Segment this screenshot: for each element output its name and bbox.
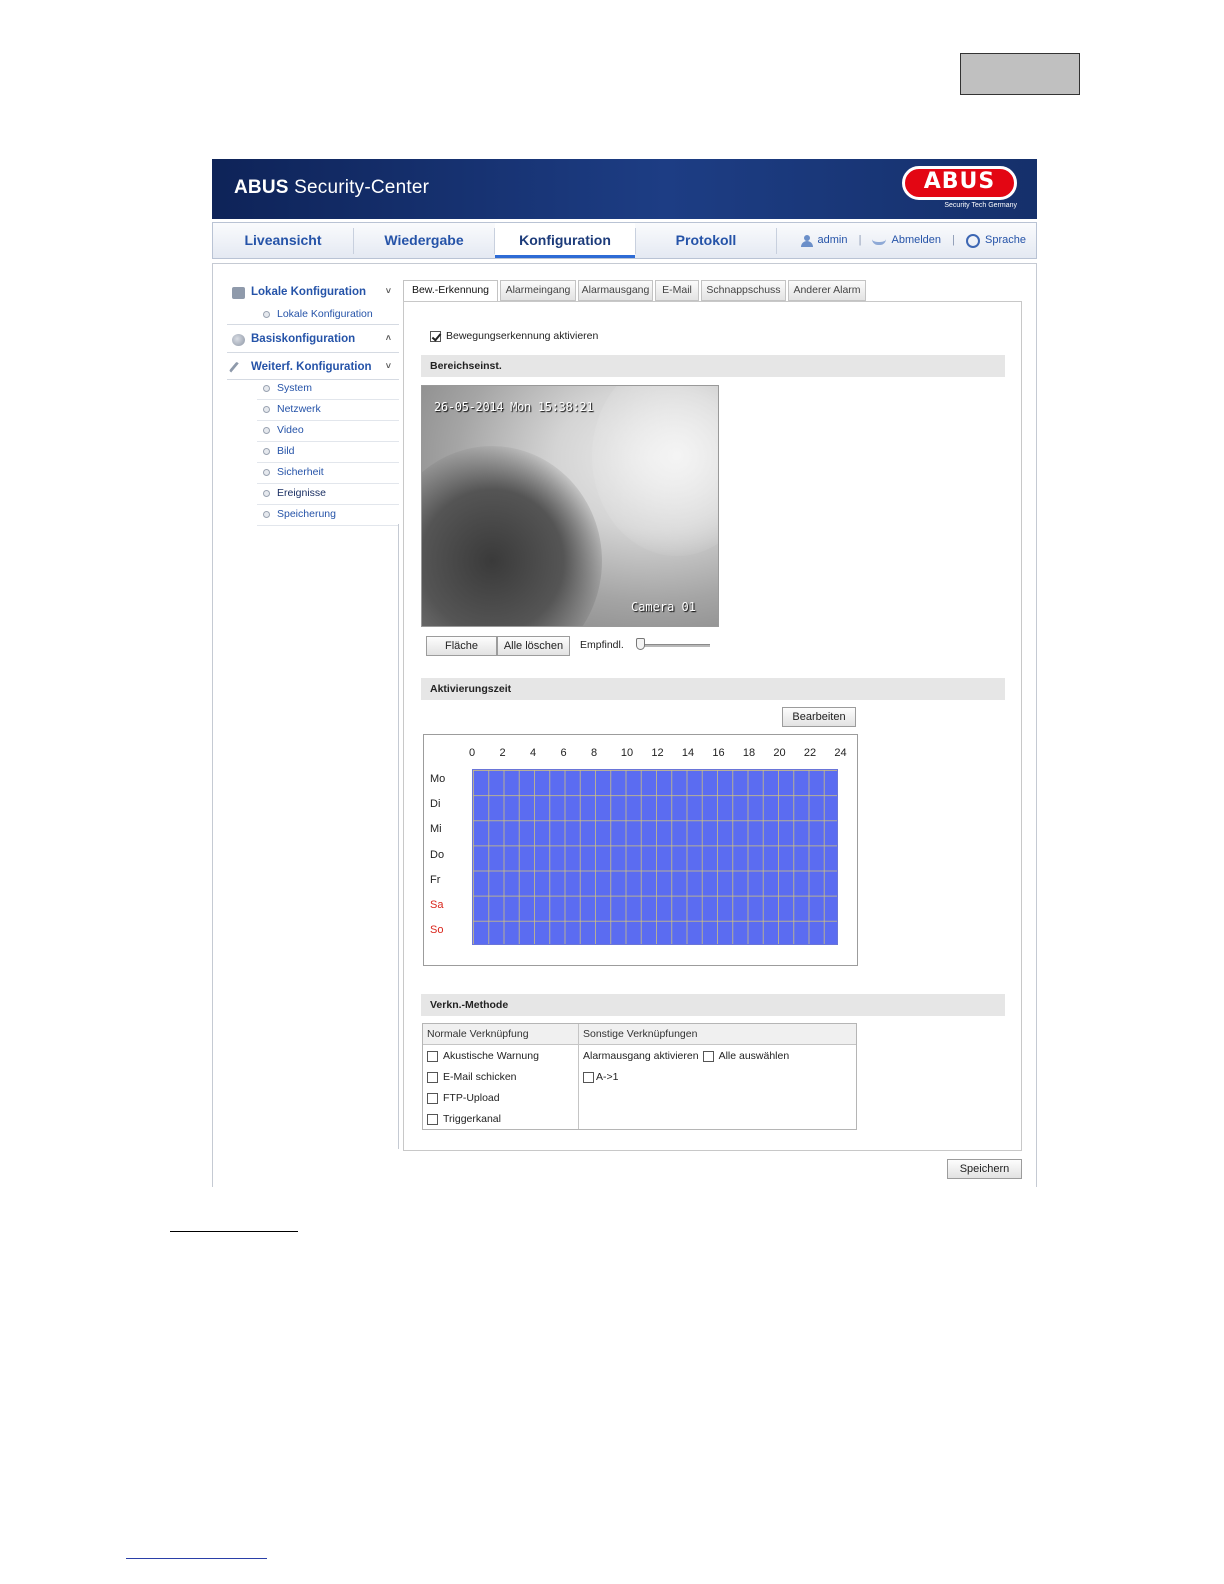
enable-motion-label: Bewegungserkennung aktivieren <box>446 330 599 342</box>
day-label: Mo <box>430 773 446 785</box>
sensitivity-slider-handle[interactable] <box>636 638 645 650</box>
section-activation-time: Aktivierungszeit <box>421 678 1005 700</box>
main-navigation: Liveansicht Wiedergabe Konfiguration Pro… <box>212 222 1037 259</box>
option-ftp-upload: FTP-Upload <box>427 1092 500 1104</box>
day-label: Sa <box>430 899 444 911</box>
day-label: Mi <box>430 823 442 835</box>
osd-timestamp: 26-05-2014 Mon 15:38:21 <box>434 400 594 414</box>
schedule-grid[interactable] <box>472 769 838 945</box>
app-header: ABUS Security-Center ABUS Security Tech … <box>212 159 1037 219</box>
send-email-checkbox[interactable] <box>427 1071 438 1083</box>
sensitivity-slider[interactable] <box>640 644 710 647</box>
tab-schnappschuss[interactable]: Schnappschuss <box>701 280 786 301</box>
computer-icon <box>232 287 245 299</box>
chevron-up-icon[interactable]: ˄ <box>386 333 391 343</box>
chevron-down-icon[interactable]: ˅ <box>386 286 391 296</box>
logout-icon <box>872 237 887 245</box>
sidebar-group-lokale-konfiguration[interactable]: Lokale Konfiguration ˅ <box>227 280 399 306</box>
tab-anderer-alarm[interactable]: Anderer Alarm <box>788 280 866 301</box>
hour-label: 22 <box>803 747 817 759</box>
tab-bew-erkennung[interactable]: Bew.-Erkennung <box>403 280 498 302</box>
user-name[interactable]: admin <box>818 223 848 258</box>
motion-detection-panel: Bewegungserkennung aktivieren Bereichsei… <box>403 301 1022 1151</box>
area-button[interactable]: Fläche <box>426 636 497 656</box>
abus-logo: ABUS Security Tech Germany <box>902 166 1017 212</box>
sidebar-item-system[interactable]: System <box>257 380 399 400</box>
sidebar-item-ereignisse[interactable]: Ereignisse <box>257 485 399 505</box>
camera-preview[interactable]: 26-05-2014 Mon 15:38:21 Camera 01 <box>421 385 719 627</box>
select-all-checkbox[interactable] <box>702 1050 714 1062</box>
schedule-grid-box: 0 2 4 6 8 10 12 14 16 18 20 22 24 Mo Di … <box>423 734 858 966</box>
output-a1-row: A->1 <box>583 1071 618 1083</box>
user-icon <box>800 234 813 247</box>
wrench-icon <box>228 361 242 375</box>
trigger-channel-checkbox[interactable] <box>427 1113 438 1125</box>
hour-label: 10 <box>620 747 634 759</box>
day-label: Do <box>430 849 445 861</box>
audible-warning-checkbox[interactable] <box>427 1050 438 1062</box>
hour-label: 18 <box>742 747 756 759</box>
app-title: ABUS Security-Center <box>234 177 430 198</box>
sidebar-group-weiterf-konfiguration[interactable]: Weiterf. Konfiguration ˅ <box>227 355 399 381</box>
ftp-upload-checkbox[interactable] <box>427 1092 438 1104</box>
sidebar-item-video[interactable]: Video <box>257 422 399 442</box>
hour-label: 16 <box>712 747 725 759</box>
output-a1-checkbox[interactable] <box>583 1071 594 1083</box>
day-label: Fr <box>430 874 441 886</box>
hour-label: 0 <box>468 747 476 759</box>
tab-e-mail[interactable]: E-Mail <box>655 280 699 301</box>
divider-line <box>126 1558 267 1559</box>
sidebar-item-speicherung[interactable]: Speicherung <box>257 506 399 526</box>
nav-tab-wiedergabe[interactable]: Wiedergabe <box>354 223 494 258</box>
save-button[interactable]: Speichern <box>947 1159 1022 1179</box>
edit-schedule-button[interactable]: Bearbeiten <box>782 707 856 727</box>
osd-camera-name: Camera 01 <box>630 600 696 614</box>
nav-tab-konfiguration[interactable]: Konfiguration <box>495 223 635 258</box>
sidebar-item-bild[interactable]: Bild <box>257 443 399 463</box>
tab-alarmausgang[interactable]: Alarmausgang <box>578 280 653 301</box>
enable-motion-checkbox[interactable] <box>430 330 441 342</box>
section-linkage-method: Verkn.-Methode <box>421 994 1005 1016</box>
day-label: So <box>430 924 444 936</box>
sidebar-item-lokale-konfiguration[interactable]: Lokale Konfiguration <box>257 306 399 326</box>
globe-icon <box>966 233 981 248</box>
option-send-email: E-Mail schicken <box>427 1071 517 1083</box>
sidebar-item-netzwerk[interactable]: Netzwerk <box>257 401 399 421</box>
language-link[interactable]: Sprache <box>985 223 1026 258</box>
day-label: Di <box>430 798 441 810</box>
hour-label: 6 <box>560 747 567 759</box>
logout-link[interactable]: Abmelden <box>891 223 941 258</box>
page-number-box <box>960 53 1080 95</box>
section-area-settings: Bereichseinst. <box>421 355 1005 377</box>
hour-label: 20 <box>773 747 786 759</box>
divider-line <box>170 1231 298 1232</box>
clear-all-button[interactable]: Alle löschen <box>497 636 570 656</box>
other-linkage-header: Sonstige Verknüpfungen <box>583 1028 698 1040</box>
nav-tab-liveansicht[interactable]: Liveansicht <box>213 223 353 258</box>
sidebar-item-sicherheit[interactable]: Sicherheit <box>257 464 399 484</box>
content-area: Lokale Konfiguration ˅ Lokale Konfigurat… <box>212 263 1037 1187</box>
user-bar: admin | Abmelden | Sprache <box>800 223 1026 258</box>
app-window: ABUS Security-Center ABUS Security Tech … <box>212 159 1037 1187</box>
option-audible-warning: Akustische Warnung <box>427 1050 539 1062</box>
hour-label: 24 <box>834 747 847 759</box>
enable-motion-row: Bewegungserkennung aktivieren <box>430 330 598 342</box>
alarm-output-row: Alarmausgang aktivieren Alle auswählen <box>583 1050 790 1062</box>
sidebar-group-basiskonfiguration[interactable]: Basiskonfiguration ˄ <box>227 327 399 353</box>
linkage-table: Normale Verknüpfung Sonstige Verknüpfung… <box>422 1023 857 1130</box>
nav-tab-protokoll[interactable]: Protokoll <box>636 223 776 258</box>
hour-label: 8 <box>590 747 598 759</box>
normal-linkage-header: Normale Verknüpfung <box>427 1028 529 1040</box>
hour-label: 2 <box>499 747 506 759</box>
sensitivity-label: Empfindl. <box>580 639 624 651</box>
hour-label: 12 <box>651 747 664 759</box>
tab-alarmeingang[interactable]: Alarmeingang <box>500 280 576 301</box>
chevron-down-icon[interactable]: ˅ <box>386 361 391 371</box>
hour-label: 4 <box>529 747 537 759</box>
option-trigger-channel: Triggerkanal <box>427 1113 501 1125</box>
disc-icon <box>232 334 245 346</box>
hour-label: 14 <box>681 747 695 759</box>
